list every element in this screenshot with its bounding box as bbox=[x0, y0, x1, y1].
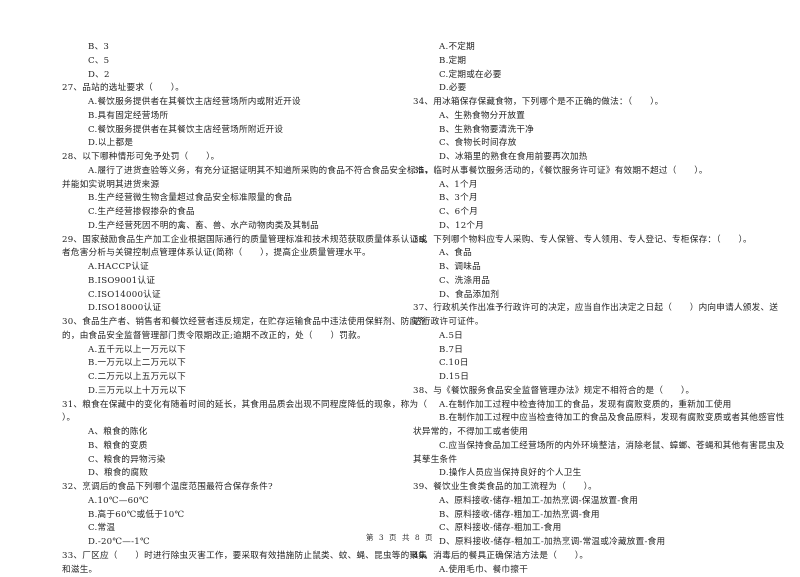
answer-option: B.高于60℃或低于10℃ bbox=[62, 509, 407, 523]
question-stem: 33、厂区应（ ）时进行除虫灭害工作，要采取有效措施防止鼠类、蚊、蝇、昆虫等的聚… bbox=[62, 550, 407, 564]
question-continuation: 达行政许可证件。 bbox=[413, 316, 758, 330]
answer-option: C、5 bbox=[62, 55, 407, 69]
question-stem: 34、用冰箱保存保藏食物，下列哪个是不正确的做法：（ ）。 bbox=[413, 96, 758, 110]
answer-option: C.餐饮服务提供者在其餐饮主店经营场所附近开设 bbox=[62, 124, 407, 138]
answer-option: A.五千元以上一万元以下 bbox=[62, 344, 407, 358]
answer-option: C、6个月 bbox=[413, 206, 758, 220]
answer-option: D.生产经营死因不明的禽、畜、兽、水产动物肉类及其制品 bbox=[62, 220, 407, 234]
answer-option: D.15日 bbox=[413, 371, 758, 385]
answer-option: B、粮食的变质 bbox=[62, 440, 407, 454]
answer-option: C、洗涤用品 bbox=[413, 275, 758, 289]
question-stem: 30、食品生产者、销售者和餐饮经营者违反规定，在贮存运输食品中违法使用保鲜剂、防… bbox=[62, 316, 407, 330]
answer-option: A、粮食的陈化 bbox=[62, 426, 407, 440]
question-stem: 36、下列哪个物料应专人采购、专人保管、专人领用、专人登记、专柜保存：（ ）。 bbox=[413, 234, 758, 248]
question-continuation: 其孳生条件 bbox=[413, 454, 758, 468]
answer-option: B、原料接收-储存-粗加工-加热烹调-食用 bbox=[413, 509, 758, 523]
page-footer: 第 3 页 共 8 页 bbox=[0, 532, 800, 543]
question-stem: 27、品站的选址要求（ ）。 bbox=[62, 82, 407, 96]
question-stem: 29、国家鼓励食品生产加工企业根据国际通行的质量管理标准和技术规范获取质量体系认… bbox=[62, 234, 407, 248]
answer-option: C.ISO14000认证 bbox=[62, 289, 407, 303]
question-stem: 40、消毒后的餐具正确保洁方法是（ ）。 bbox=[413, 550, 758, 564]
question-continuation: 状异常的，不得加工或者使用 bbox=[413, 426, 758, 440]
question-stem: 37、行政机关作出准予行政许可的决定，应当自作出决定之日起（ ）内向申请人颁发、… bbox=[413, 302, 758, 316]
answer-option: D.操作人员应当保持良好的个人卫生 bbox=[413, 467, 758, 481]
answer-option: D.ISO18000认证 bbox=[62, 302, 407, 316]
question-continuation: 者危害分析与关键控制点管理体系认证(简称（ ），提高企业质量管理水平。 bbox=[62, 247, 407, 261]
question-continuation: 的，由食品安全监督管理部门责令限期改正;逾期不改正的，处（ ）罚款。 bbox=[62, 330, 407, 344]
exam-page: B、3C、5D、227、品站的选址要求（ ）。A.餐饮服务提供者在其餐饮主店经营… bbox=[0, 0, 800, 565]
answer-option: A.在制作加工过程中检查待加工的食品，发现有腐败变质的，重新加工使用 bbox=[413, 399, 758, 413]
left-column: B、3C、5D、227、品站的选址要求（ ）。A.餐饮服务提供者在其餐饮主店经营… bbox=[62, 41, 407, 577]
answer-option: C.10日 bbox=[413, 357, 758, 371]
answer-option: B.定期 bbox=[413, 55, 758, 69]
question-continuation: ）。 bbox=[62, 412, 407, 426]
answer-option: B、生熟食物要清洗干净 bbox=[413, 124, 758, 138]
answer-option: D、食品添加剂 bbox=[413, 289, 758, 303]
answer-option: C.二万元以上五万元以下 bbox=[62, 371, 407, 385]
answer-option: C.定期或在必要 bbox=[413, 69, 758, 83]
question-stem: 31、粮食在保藏中的变化有随着时间的延长，其食用品质会出现不同程度降低的现象，称… bbox=[62, 399, 407, 413]
answer-option: A.不定期 bbox=[413, 41, 758, 55]
answer-option: A、食品 bbox=[413, 247, 758, 261]
answer-option: A.10℃—60℃ bbox=[62, 495, 407, 509]
answer-option: B.生产经营微生物含量超过食品安全标准限量的食品 bbox=[62, 192, 407, 206]
answer-option: B、调味品 bbox=[413, 261, 758, 275]
answer-option: C、粮食的异物污染 bbox=[62, 454, 407, 468]
answer-option: A.5日 bbox=[413, 330, 758, 344]
answer-option: B、3 bbox=[62, 41, 407, 55]
answer-option: B.7日 bbox=[413, 344, 758, 358]
answer-option: D.以上都是 bbox=[62, 137, 407, 151]
answer-option: C.应当保持食品加工经营场所的内外环境整洁，消除老鼠、蟑螂、苍蝇和其他有害昆虫及 bbox=[413, 440, 758, 454]
answer-option: D、粮食的腐败 bbox=[62, 467, 407, 481]
question-continuation: 并能如实说明其进货来源 bbox=[62, 179, 407, 193]
answer-option: C、食物长时间存放 bbox=[413, 137, 758, 151]
answer-option: D.三万元以上十万元以下 bbox=[62, 385, 407, 399]
answer-option: B、3个月 bbox=[413, 192, 758, 206]
answer-option: B.在制作加工过程中应当检查待加工的食品及食品原料，发现有腐败变质或者其他感官性 bbox=[413, 412, 758, 426]
answer-option: A、原料接收-储存-粗加工-加热烹调-保温放置-食用 bbox=[413, 495, 758, 509]
question-stem: 35、临时从事餐饮服务活动的，《餐饮服务许可证》有效期不超过（ ）。 bbox=[413, 165, 758, 179]
answer-option: D、2 bbox=[62, 69, 407, 83]
question-continuation: 和滋生。 bbox=[62, 564, 407, 577]
question-stem: 38、与《餐饮服务食品安全监督管理办法》规定不相符合的是（ ）。 bbox=[413, 385, 758, 399]
right-column: A.不定期B.定期C.定期或在必要D.必要34、用冰箱保存保藏食物，下列哪个是不… bbox=[413, 41, 758, 577]
question-stem: 32、烹调后的食品下列哪个温度范围最符合保存条件? bbox=[62, 481, 407, 495]
question-stem: 39、餐饮业生食类食品的加工流程为（ ）。 bbox=[413, 481, 758, 495]
answer-option: B.一万元以上二万元以下 bbox=[62, 357, 407, 371]
answer-option: A.使用毛巾、餐巾擦干 bbox=[413, 564, 758, 577]
answer-option: C.生产经营掺假掺杂的食品 bbox=[62, 206, 407, 220]
answer-option: B.ISO9001认证 bbox=[62, 275, 407, 289]
answer-option: D、12个月 bbox=[413, 220, 758, 234]
answer-option: A.HACCP认证 bbox=[62, 261, 407, 275]
answer-option: D.必要 bbox=[413, 82, 758, 96]
question-stem: 28、以下哪种情形可免予处罚（ ）。 bbox=[62, 151, 407, 165]
answer-option: A、生熟食物分开放置 bbox=[413, 110, 758, 124]
answer-option: A、1个月 bbox=[413, 179, 758, 193]
answer-option: A.餐饮服务提供者在其餐饮主店经营场所内或附近开设 bbox=[62, 96, 407, 110]
answer-option: B.具有固定经营场所 bbox=[62, 110, 407, 124]
answer-option: D、冰箱里的熟食在食用前要再次加热 bbox=[413, 151, 758, 165]
answer-option: A.履行了进货查验等义务，有充分证据证明其不知道所采购的食品不符合食品安全标准， bbox=[62, 165, 407, 179]
